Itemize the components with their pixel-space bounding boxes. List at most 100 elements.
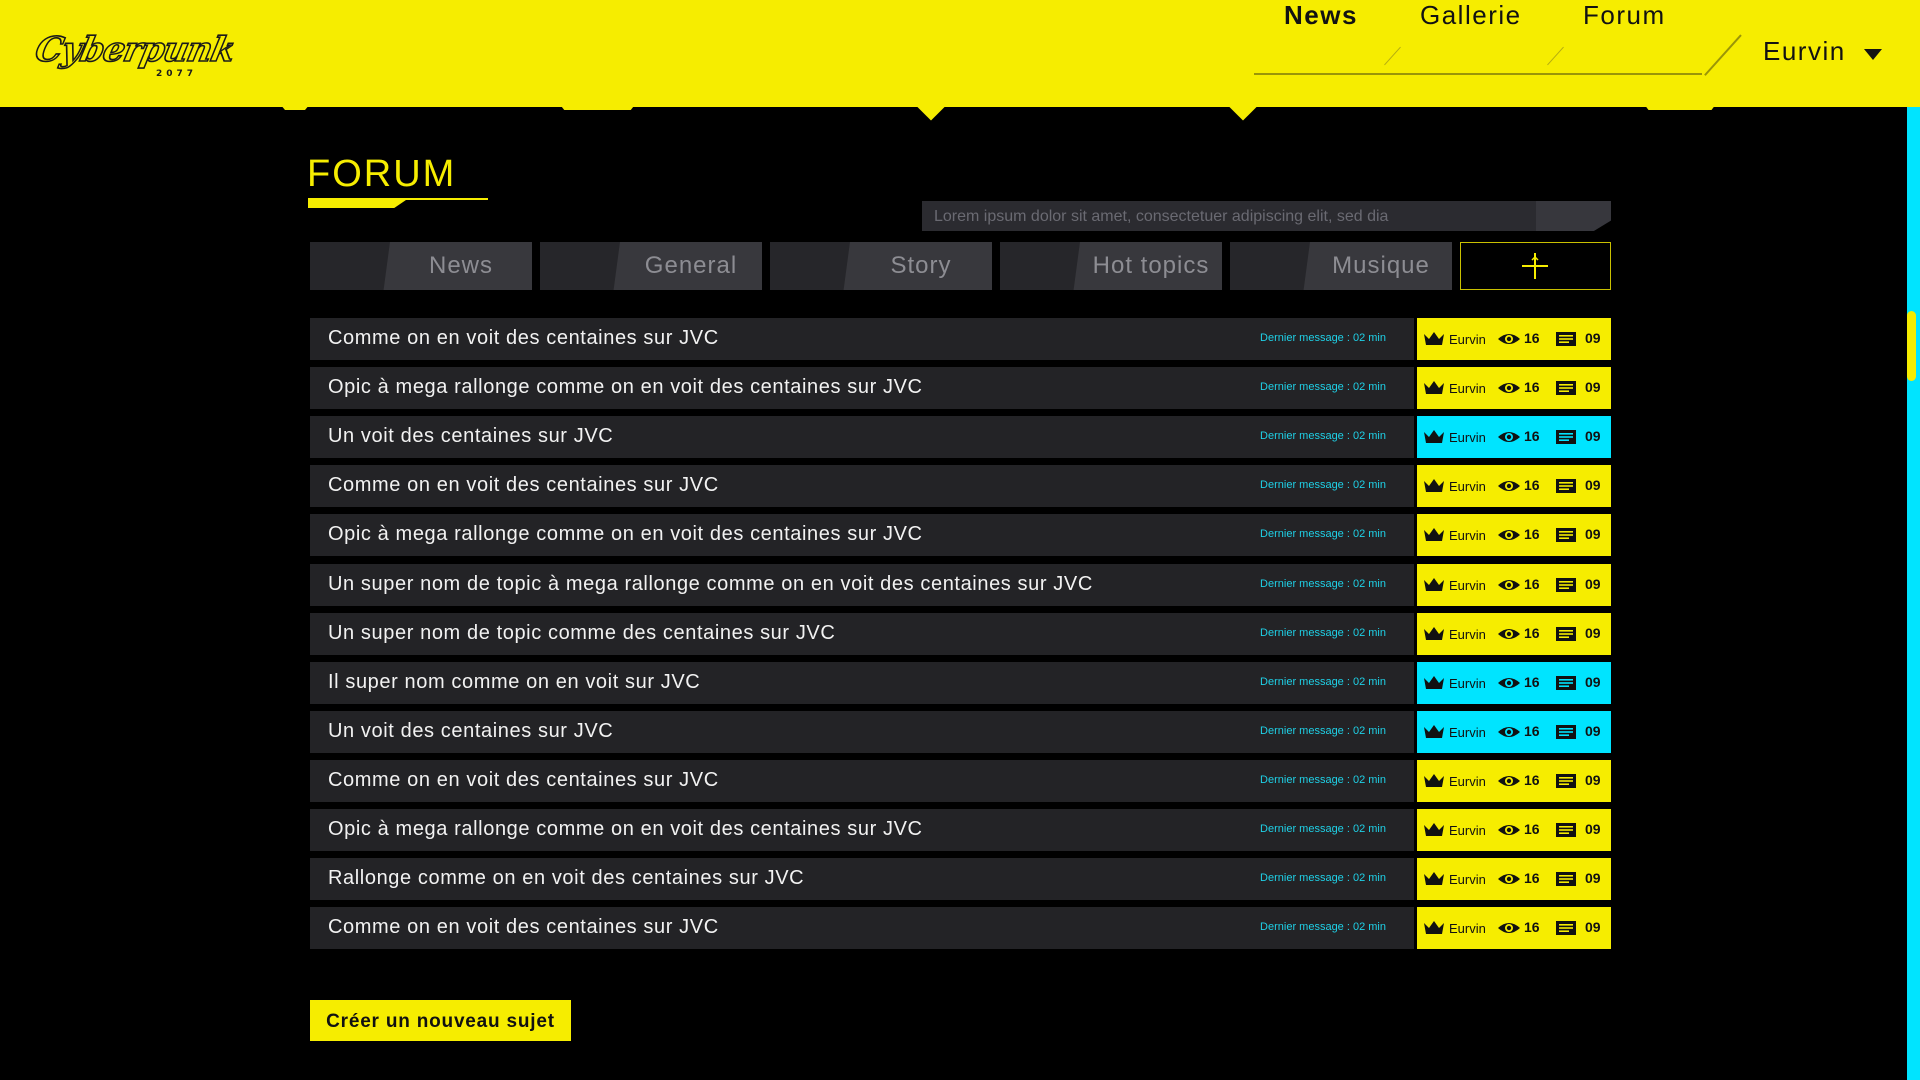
topic-row[interactable]: Un super nom de topic comme des centaine… <box>310 613 1611 655</box>
nav-item-news[interactable]: News <box>1284 0 1358 31</box>
tab-notch <box>310 242 390 290</box>
tab-notch <box>770 242 850 290</box>
message-icon <box>1556 872 1576 886</box>
message-icon <box>1556 430 1576 444</box>
reply-count: 09 <box>1585 330 1601 346</box>
user-menu-name[interactable]: Eurvin <box>1763 36 1846 67</box>
scrollbar-thumb[interactable] <box>1907 311 1916 381</box>
topic-row-body: Comme on en voit des centaines sur JVC De… <box>310 760 1414 802</box>
view-count: 16 <box>1524 379 1540 395</box>
topic-title[interactable]: Un voit des centaines sur JVC <box>328 720 613 743</box>
topic-title[interactable]: Il super nom comme on en voit sur JVC <box>328 671 700 694</box>
topic-row[interactable]: Opic à mega rallonge comme on en voit de… <box>310 367 1611 409</box>
topic-title[interactable]: Opic à mega rallonge comme on en voit de… <box>328 523 923 546</box>
title-accent-bar <box>308 200 406 208</box>
topic-author[interactable]: Eurvin <box>1449 921 1486 936</box>
search-button[interactable] <box>1536 201 1611 231</box>
topic-row[interactable]: Rallonge comme on en voit des centaines … <box>310 858 1611 900</box>
crown-icon <box>1424 332 1444 345</box>
topic-stats: Eurvin 16 09 <box>1417 858 1611 900</box>
topic-row[interactable]: Un voit des centaines sur JVC Dernier mes… <box>310 711 1611 753</box>
tab-label: General <box>644 252 738 279</box>
crown-icon <box>1424 676 1444 689</box>
eye-icon <box>1498 334 1520 344</box>
caret-down-icon[interactable] <box>1864 49 1882 60</box>
crown-icon <box>1424 823 1444 836</box>
tab-news[interactable]: News <box>310 242 532 290</box>
topic-stats: Eurvin 16 09 <box>1417 907 1611 949</box>
topic-row-body: Un super nom de topic à mega rallonge co… <box>310 564 1414 606</box>
topic-row[interactable]: Comme on en voit des centaines sur JVC De… <box>310 318 1611 360</box>
topic-stats: Eurvin 16 09 <box>1417 318 1611 360</box>
reply-count: 09 <box>1585 477 1601 493</box>
topic-author[interactable]: Eurvin <box>1449 381 1486 396</box>
topic-title[interactable]: Opic à mega rallonge comme on en voit de… <box>328 376 923 399</box>
topic-author[interactable]: Eurvin <box>1449 528 1486 543</box>
message-icon <box>1556 332 1576 346</box>
last-message-time: Dernier message : 02 min <box>1260 479 1386 491</box>
view-count: 16 <box>1524 330 1540 346</box>
topic-author[interactable]: Eurvin <box>1449 872 1486 887</box>
logo-year: 2077 <box>156 69 198 79</box>
topic-stats: Eurvin 16 09 <box>1417 564 1611 606</box>
view-count: 16 <box>1524 428 1540 444</box>
topic-row[interactable]: Comme on en voit des centaines sur JVC De… <box>310 465 1611 507</box>
last-message-time: Dernier message : 02 min <box>1260 381 1386 393</box>
message-icon <box>1556 627 1576 641</box>
tab-notch <box>540 242 620 290</box>
nav-item-forum[interactable]: Forum <box>1583 0 1666 31</box>
last-message-time: Dernier message : 02 min <box>1260 578 1386 590</box>
topic-author[interactable]: Eurvin <box>1449 430 1486 445</box>
add-tab-button[interactable] <box>1460 242 1611 290</box>
topic-row[interactable]: Comme on en voit des centaines sur JVC De… <box>310 907 1611 949</box>
topic-title[interactable]: Un voit des centaines sur JVC <box>328 425 613 448</box>
topic-author[interactable]: Eurvin <box>1449 332 1486 347</box>
topic-stats: Eurvin 16 09 <box>1417 809 1611 851</box>
topic-stats: Eurvin 16 09 <box>1417 662 1611 704</box>
reply-count: 09 <box>1585 674 1601 690</box>
topic-title[interactable]: Un super nom de topic comme des centaine… <box>328 622 835 645</box>
tab-hot-topics[interactable]: Hot topics <box>1000 242 1222 290</box>
tab-label: News <box>428 252 493 279</box>
topic-title[interactable]: Comme on en voit des centaines sur JVC <box>328 327 719 350</box>
topic-author[interactable]: Eurvin <box>1449 479 1486 494</box>
cyberpunk-logo[interactable]: Cyberpunk 2077 <box>30 24 239 82</box>
reply-count: 09 <box>1585 919 1601 935</box>
reply-count: 09 <box>1585 723 1601 739</box>
tab-general[interactable]: General <box>540 242 762 290</box>
eye-icon <box>1498 481 1520 491</box>
nav-item-gallerie[interactable]: Gallerie <box>1420 0 1522 31</box>
message-icon <box>1556 725 1576 739</box>
topic-title[interactable]: Un super nom de topic à mega rallonge co… <box>328 573 1093 596</box>
topic-row[interactable]: Un voit des centaines sur JVC Dernier mes… <box>310 416 1611 458</box>
scrollbar-track[interactable] <box>1907 107 1920 1080</box>
crown-icon <box>1424 578 1444 591</box>
topic-title[interactable]: Opic à mega rallonge comme on en voit de… <box>328 818 923 841</box>
create-topic-button[interactable]: Créer un nouveau sujet <box>310 1000 571 1041</box>
topic-author[interactable]: Eurvin <box>1449 676 1486 691</box>
tab-musique[interactable]: Musique <box>1230 242 1452 290</box>
topic-author[interactable]: Eurvin <box>1449 823 1486 838</box>
topic-row-body: Un voit des centaines sur JVC Dernier mes… <box>310 711 1414 753</box>
tab-story[interactable]: Story <box>770 242 992 290</box>
topic-title[interactable]: Comme on en voit des centaines sur JVC <box>328 916 719 939</box>
topic-row[interactable]: Comme on en voit des centaines sur JVC De… <box>310 760 1611 802</box>
plus-icon <box>1522 253 1548 279</box>
topic-row[interactable]: Opic à mega rallonge comme on en voit de… <box>310 809 1611 851</box>
eye-icon <box>1498 432 1520 442</box>
tab-notch <box>1000 242 1080 290</box>
topic-author[interactable]: Eurvin <box>1449 725 1486 740</box>
topic-row[interactable]: Opic à mega rallonge comme on en voit de… <box>310 514 1611 556</box>
topic-author[interactable]: Eurvin <box>1449 627 1486 642</box>
search-input[interactable] <box>932 201 1536 231</box>
topic-row[interactable]: Il super nom comme on en voit sur JVC Der… <box>310 662 1611 704</box>
tab-label: Hot topics <box>1092 252 1210 279</box>
topic-author[interactable]: Eurvin <box>1449 774 1486 789</box>
topic-title[interactable]: Comme on en voit des centaines sur JVC <box>328 769 719 792</box>
topic-title[interactable]: Rallonge comme on en voit des centaines … <box>328 867 804 890</box>
topic-title[interactable]: Comme on en voit des centaines sur JVC <box>328 474 719 497</box>
topic-row[interactable]: Un super nom de topic à mega rallonge co… <box>310 564 1611 606</box>
topic-author[interactable]: Eurvin <box>1449 578 1486 593</box>
title-underline <box>308 198 488 200</box>
crown-icon <box>1424 381 1444 394</box>
